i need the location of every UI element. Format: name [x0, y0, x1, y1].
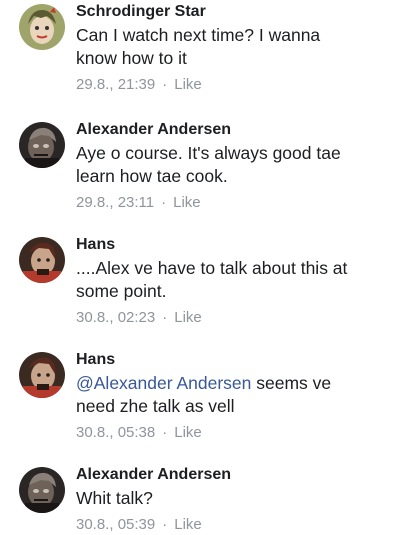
like-link[interactable]: Like — [174, 76, 202, 93]
like-link[interactable]: Like — [174, 309, 202, 326]
comment-author[interactable]: Alexander Andersen — [76, 120, 396, 140]
avatar[interactable] — [19, 4, 65, 50]
comment-text: @Alexander Andersen seems ve need zhe ta… — [76, 372, 396, 418]
comment-text-line: Whit talk? — [76, 488, 153, 508]
comment-timestamp[interactable]: 29.8., 23:11 — [76, 194, 154, 211]
comment-author[interactable]: Schrodinger Star — [76, 2, 396, 22]
meta-separator: · — [162, 424, 168, 441]
comment-meta: 29.8., 23:11 · Like — [76, 193, 396, 213]
avatar-image — [19, 237, 65, 283]
avatar-image — [19, 4, 65, 50]
user-mention-link[interactable]: @Alexander Andersen — [76, 373, 251, 393]
meta-separator: · — [161, 194, 167, 211]
meta-separator: · — [162, 309, 168, 326]
comment-meta: 30.8., 05:38 · Like — [76, 423, 396, 443]
comment-text-line: @Alexander Andersen seems ve — [76, 372, 396, 395]
comment-meta: 30.8., 05:39 · Like — [76, 515, 396, 535]
like-link[interactable]: Like — [173, 194, 201, 211]
avatar[interactable] — [19, 237, 65, 283]
comment-text-line: Can I watch next time? I wanna — [76, 25, 321, 45]
comment-author[interactable]: Alexander Andersen — [76, 465, 396, 485]
avatar[interactable] — [19, 122, 65, 168]
comment-text: Can I watch next time? I wanna know how … — [76, 24, 396, 70]
like-link[interactable]: Like — [174, 424, 202, 441]
avatar[interactable] — [19, 352, 65, 398]
comment-meta: 29.8., 21:39 · Like — [76, 75, 396, 95]
comment-body: Hans @Alexander Andersen seems ve need z… — [76, 350, 396, 443]
comment-author[interactable]: Hans — [76, 235, 396, 255]
comment-author[interactable]: Hans — [76, 350, 396, 370]
avatar[interactable] — [19, 467, 65, 513]
comment-text-fragment: seems ve — [251, 373, 332, 393]
comment-text: Whit talk? — [76, 487, 396, 510]
comment-body: Alexander Andersen Whit talk? 30.8., 05:… — [76, 465, 396, 535]
avatar-image — [19, 122, 65, 168]
comment-body: Hans ....Alex ve have to talk about this… — [76, 235, 396, 328]
comment-timestamp[interactable]: 30.8., 02:23 — [76, 309, 155, 326]
meta-separator: · — [162, 76, 168, 93]
comment-body: Schrodinger Star Can I watch next time? … — [76, 2, 396, 95]
avatar-image — [19, 467, 65, 513]
comment-text-line: some point. — [76, 281, 167, 301]
comment-body: Alexander Andersen Aye o course. It's al… — [76, 120, 396, 213]
comment-timestamp[interactable]: 30.8., 05:39 — [76, 516, 155, 533]
comment-text-line: ....Alex ve have to talk about this at — [76, 258, 348, 278]
like-link[interactable]: Like — [174, 516, 202, 533]
comment-timestamp[interactable]: 30.8., 05:38 — [76, 424, 155, 441]
comment-text-line: need zhe talk as vell — [76, 396, 235, 416]
comment-timestamp[interactable]: 29.8., 21:39 — [76, 76, 155, 93]
avatar-image — [19, 352, 65, 398]
meta-separator: · — [162, 516, 168, 533]
comment-text: Aye o course. It's always good tae learn… — [76, 142, 396, 188]
comment-meta: 30.8., 02:23 · Like — [76, 308, 396, 328]
comment-text-line: know how to it — [76, 48, 187, 68]
comment-text: ....Alex ve have to talk about this at s… — [76, 257, 396, 303]
comment-text-line: Aye o course. It's always good tae — [76, 143, 341, 163]
comment-text-line: learn how tae cook. — [76, 166, 228, 186]
